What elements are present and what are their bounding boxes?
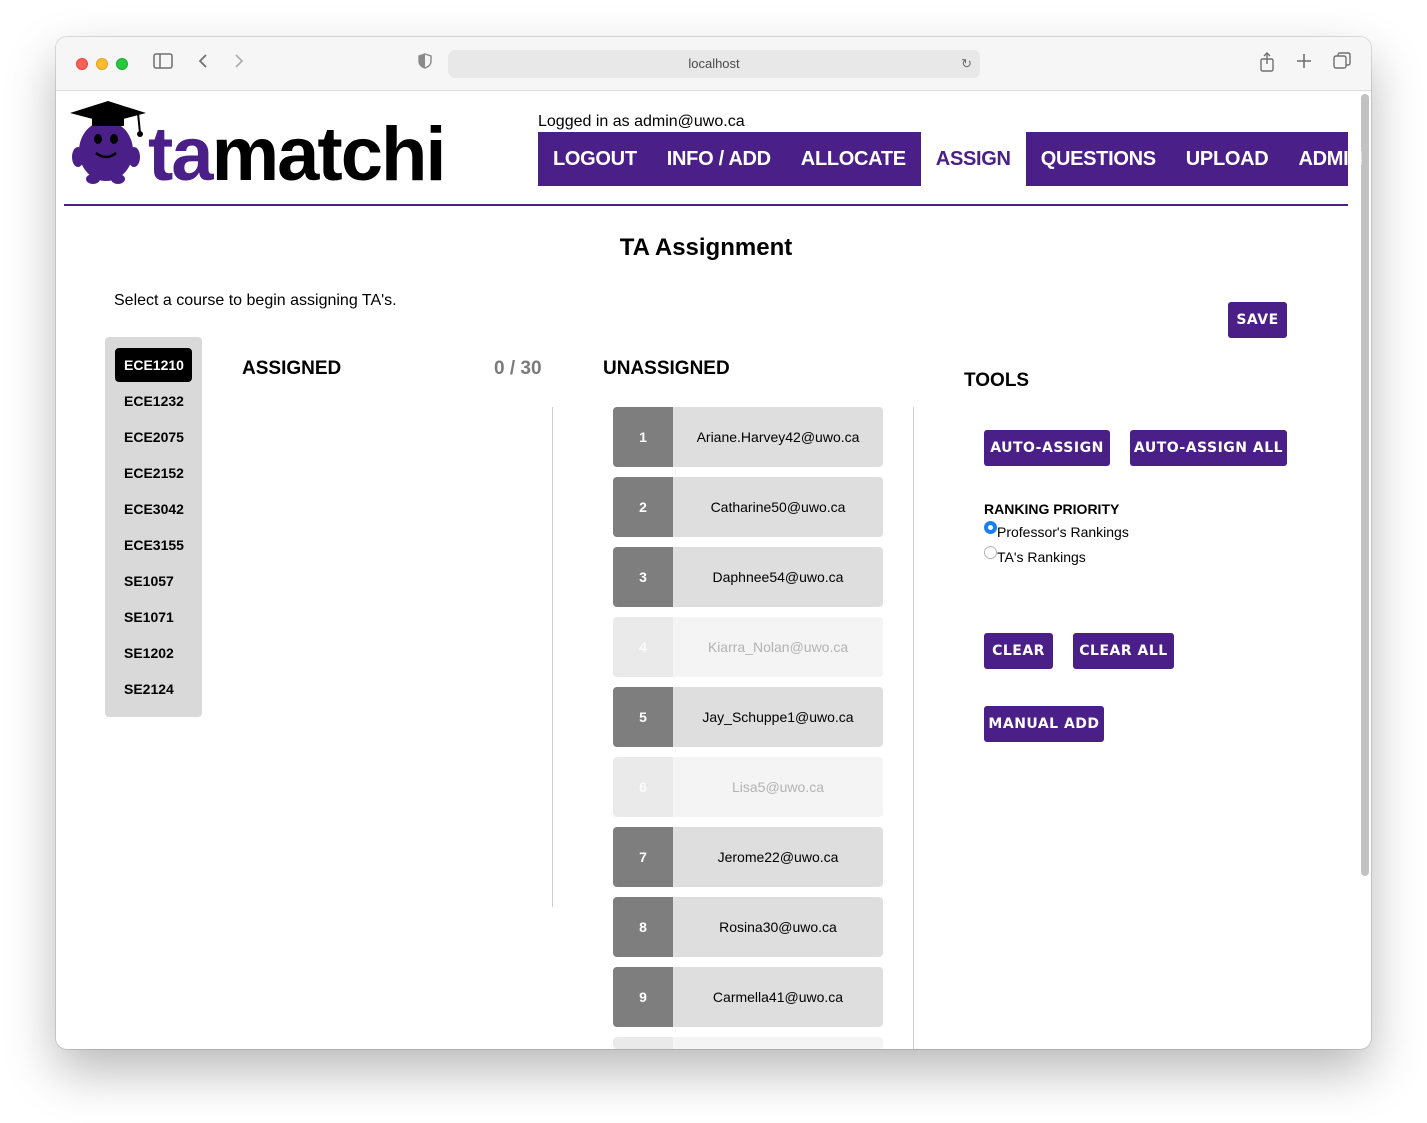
ta-rank: 3 (613, 547, 673, 607)
page-scrollbar[interactable] (1361, 94, 1369, 876)
logged-in-status: Logged in as admin@uwo.ca (538, 113, 745, 130)
manual-add-button[interactable]: MANUAL ADD (984, 706, 1104, 742)
nav-upload[interactable]: UPLOAD (1171, 132, 1284, 186)
ta-email: Jerome22@uwo.ca (673, 827, 883, 887)
minimize-window-button[interactable] (96, 58, 108, 70)
radio-professor-rankings[interactable]: Professor's Rankings (984, 521, 1129, 540)
page-title: TA Assignment (619, 234, 793, 261)
course-item-ece1232[interactable]: ECE1232 (115, 384, 192, 418)
clear-all-button[interactable]: CLEAR ALL (1073, 633, 1174, 669)
course-item-ece2075[interactable]: ECE2075 (115, 420, 192, 454)
privacy-shield-icon[interactable] (418, 52, 432, 74)
radio-ta-rankings[interactable]: TA's Rankings (984, 546, 1086, 565)
page-content: tamatchi Logged in as admin@uwo.ca LOGOU… (56, 91, 1363, 1049)
new-tab-icon[interactable] (1296, 52, 1312, 74)
unassigned-list: 1 Ariane.Harvey42@uwo.ca 2 Catharine50@u… (613, 407, 883, 1049)
ta-card[interactable]: 7 Jerome22@uwo.ca (613, 827, 883, 887)
ta-email (673, 1037, 883, 1049)
assigned-dropzone-divider (552, 407, 553, 907)
course-item-se1071[interactable]: SE1071 (115, 600, 192, 634)
auto-assign-all-button[interactable]: AUTO-ASSIGN ALL (1130, 430, 1287, 466)
course-item-se2124[interactable]: SE2124 (115, 672, 192, 706)
ta-card[interactable]: 6 Lisa5@uwo.ca (613, 757, 883, 817)
ta-email: Carmella41@uwo.ca (673, 967, 883, 1027)
ta-card[interactable]: 1 Ariane.Harvey42@uwo.ca (613, 407, 883, 467)
ranking-priority-label: RANKING PRIORITY (984, 501, 1120, 517)
brand-prefix: ta (148, 112, 214, 197)
nav-info-add[interactable]: INFO / ADD (652, 132, 786, 186)
course-item-ece1210[interactable]: ECE1210 (115, 348, 192, 382)
assigned-heading: ASSIGNED (242, 358, 342, 379)
ta-card-partial[interactable] (613, 1037, 883, 1049)
maximize-window-button[interactable] (116, 58, 128, 70)
main-nav: LOGOUT INFO / ADD ALLOCATE ASSIGN QUESTI… (538, 132, 1363, 186)
brand-suffix: matchi (211, 112, 447, 197)
ta-email: Lisa5@uwo.ca (673, 757, 883, 817)
ta-email: Jay_Schuppe1@uwo.ca (673, 687, 883, 747)
radio-button[interactable] (984, 546, 997, 559)
course-item-se1057[interactable]: SE1057 (115, 564, 192, 598)
save-button[interactable]: SAVE (1228, 302, 1287, 338)
instruction-text: Select a course to begin assigning TA's. (114, 292, 397, 309)
ta-rank: 5 (613, 687, 673, 747)
ta-rank: 1 (613, 407, 673, 467)
header-divider (64, 204, 1348, 206)
ta-rank (613, 1037, 673, 1049)
auto-assign-button[interactable]: AUTO-ASSIGN (984, 430, 1110, 466)
ta-card[interactable]: 4 Kiarra_Nolan@uwo.ca (613, 617, 883, 677)
ta-rank: 8 (613, 897, 673, 957)
ta-card[interactable]: 8 Rosina30@uwo.ca (613, 897, 883, 957)
unassigned-heading: UNASSIGNED (603, 358, 730, 379)
share-icon[interactable] (1259, 52, 1275, 77)
course-list: ECE1210 ECE1232 ECE2075 ECE2152 ECE3042 … (105, 337, 202, 717)
assigned-count: 0 / 30 (494, 358, 542, 379)
tab-overview-icon[interactable] (1333, 52, 1351, 75)
course-item-ece3155[interactable]: ECE3155 (115, 528, 192, 562)
nav-allocate[interactable]: ALLOCATE (786, 132, 921, 186)
tools-heading: TOOLS (964, 370, 1030, 391)
mascot-logo-icon (68, 99, 148, 189)
radio-label: Professor's Rankings (997, 524, 1129, 540)
ta-email: Ariane.Harvey42@uwo.ca (673, 407, 883, 467)
forward-icon[interactable] (233, 52, 245, 74)
clear-button[interactable]: CLEAR (984, 633, 1053, 669)
ta-card[interactable]: 3 Daphnee54@uwo.ca (613, 547, 883, 607)
nav-admin[interactable]: ADMIN (1283, 132, 1371, 186)
nav-logout[interactable]: LOGOUT (538, 132, 652, 186)
ta-rank: 4 (613, 617, 673, 677)
course-item-ece3042[interactable]: ECE3042 (115, 492, 192, 526)
ta-card[interactable]: 2 Catharine50@uwo.ca (613, 477, 883, 537)
browser-window: localhost ↻ tamatchi Logged in as admin@… (56, 37, 1371, 1049)
course-item-ece2152[interactable]: ECE2152 (115, 456, 192, 490)
course-item-se1202[interactable]: SE1202 (115, 636, 192, 670)
ta-email: Rosina30@uwo.ca (673, 897, 883, 957)
browser-titlebar: localhost ↻ (56, 37, 1371, 91)
ta-rank: 7 (613, 827, 673, 887)
radio-button[interactable] (984, 521, 997, 534)
ta-card[interactable]: 5 Jay_Schuppe1@uwo.ca (613, 687, 883, 747)
nav-assign[interactable]: ASSIGN (920, 132, 1026, 186)
radio-label: TA's Rankings (997, 549, 1086, 565)
ta-email: Catharine50@uwo.ca (673, 477, 883, 537)
ta-rank: 9 (613, 967, 673, 1027)
ta-card[interactable]: 9 Carmella41@uwo.ca (613, 967, 883, 1027)
sidebar-toggle-icon[interactable] (153, 52, 173, 74)
reload-icon[interactable]: ↻ (961, 50, 972, 78)
ta-rank: 2 (613, 477, 673, 537)
ta-email: Kiarra_Nolan@uwo.ca (673, 617, 883, 677)
ta-rank: 6 (613, 757, 673, 817)
ta-email: Daphnee54@uwo.ca (673, 547, 883, 607)
nav-questions[interactable]: QUESTIONS (1026, 132, 1171, 186)
address-bar[interactable]: localhost ↻ (448, 50, 980, 78)
address-text: localhost (688, 56, 740, 71)
brand-wordmark[interactable]: tamatchi (148, 107, 447, 203)
close-window-button[interactable] (76, 58, 88, 70)
back-icon[interactable] (197, 52, 209, 74)
unassigned-divider (913, 407, 914, 1049)
